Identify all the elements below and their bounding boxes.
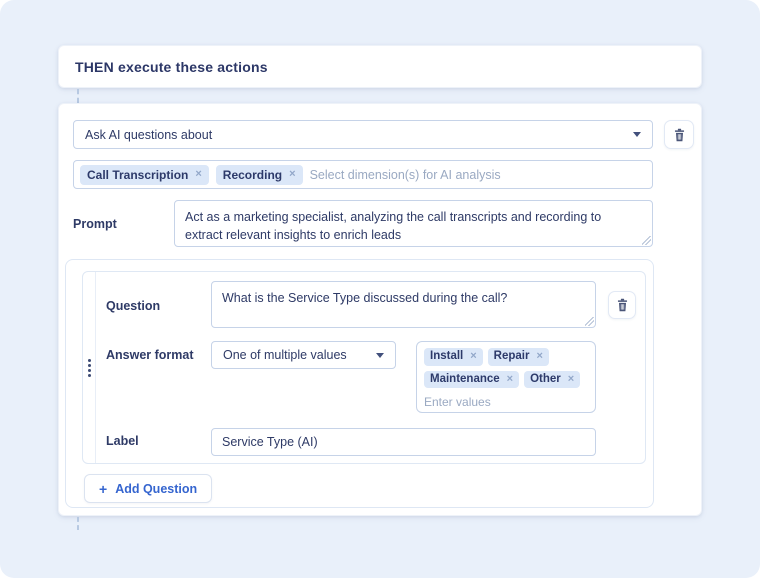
dimension-tag-label: Recording xyxy=(222,167,283,182)
answer-format-select[interactable]: One of multiple values xyxy=(211,341,396,369)
value-tag-label: Repair xyxy=(493,350,530,362)
action-type-select[interactable]: Ask AI questions about xyxy=(73,120,653,149)
remove-tag-icon[interactable]: × xyxy=(470,351,476,362)
dimension-tag: Call Transcription × xyxy=(80,164,209,185)
questions-group: Question What is the Service Type discus… xyxy=(65,259,654,508)
resize-grip-icon[interactable] xyxy=(585,317,594,326)
plus-icon: + xyxy=(99,480,108,497)
question-card: Question What is the Service Type discus… xyxy=(82,271,646,464)
prompt-textarea[interactable]: Act as a marketing specialist, analyzing… xyxy=(174,200,653,247)
value-tag-label: Install xyxy=(430,350,464,362)
add-question-label: Add Question xyxy=(115,481,198,496)
dimensions-placeholder: Select dimension(s) for AI analysis xyxy=(309,167,501,182)
trash-icon xyxy=(674,128,684,141)
label-input[interactable] xyxy=(211,428,596,456)
chevron-down-icon xyxy=(376,352,384,358)
question-textarea[interactable]: What is the Service Type discussed durin… xyxy=(211,281,596,328)
workflow-builder-canvas: THEN execute these actions Ask AI questi… xyxy=(0,0,760,578)
value-tag-label: Other xyxy=(530,372,561,385)
section-title: THEN execute these actions xyxy=(75,58,268,75)
connector-line-bottom xyxy=(77,517,79,530)
value-tag: Other × xyxy=(524,370,581,388)
trash-icon xyxy=(617,298,627,312)
remove-tag-icon[interactable]: × xyxy=(507,373,513,385)
answer-format-value: One of multiple values xyxy=(223,348,347,362)
values-placeholder: Enter values xyxy=(424,395,491,409)
remove-tag-icon[interactable]: × xyxy=(289,169,295,180)
dimension-tag: Recording × xyxy=(215,164,303,185)
drag-handle-icon[interactable] xyxy=(88,358,91,362)
connector-line-top xyxy=(77,89,79,103)
value-tag: Install × xyxy=(424,348,483,366)
action-card: Ask AI questions about Call Transcriptio… xyxy=(58,103,702,516)
prompt-label: Prompt xyxy=(73,217,117,231)
remove-tag-icon[interactable]: × xyxy=(568,373,574,385)
dimensions-multiselect[interactable]: Call Transcription × Recording × Select … xyxy=(73,160,653,189)
delete-action-button[interactable] xyxy=(664,120,694,149)
resize-grip-icon[interactable] xyxy=(642,236,651,245)
value-tag-label: Maintenance xyxy=(430,372,500,385)
then-section-header: THEN execute these actions xyxy=(58,45,702,88)
answer-format-label: Answer format xyxy=(106,348,194,362)
dimension-tag-label: Call Transcription xyxy=(87,167,189,182)
field-label-label: Label xyxy=(106,434,139,448)
add-question-button[interactable]: + Add Question xyxy=(84,474,213,503)
drag-strip xyxy=(83,272,96,463)
action-type-value: Ask AI questions about xyxy=(85,127,213,142)
answer-values-multiselect[interactable]: Install × Repair × Maintenance × Other × xyxy=(416,341,596,413)
chevron-down-icon xyxy=(633,132,641,137)
value-tag: Maintenance × xyxy=(424,370,520,388)
remove-tag-icon[interactable]: × xyxy=(195,169,201,180)
question-label: Question xyxy=(106,299,161,313)
delete-question-button[interactable] xyxy=(608,291,636,319)
value-tag: Repair × xyxy=(487,348,549,366)
remove-tag-icon[interactable]: × xyxy=(536,351,542,362)
